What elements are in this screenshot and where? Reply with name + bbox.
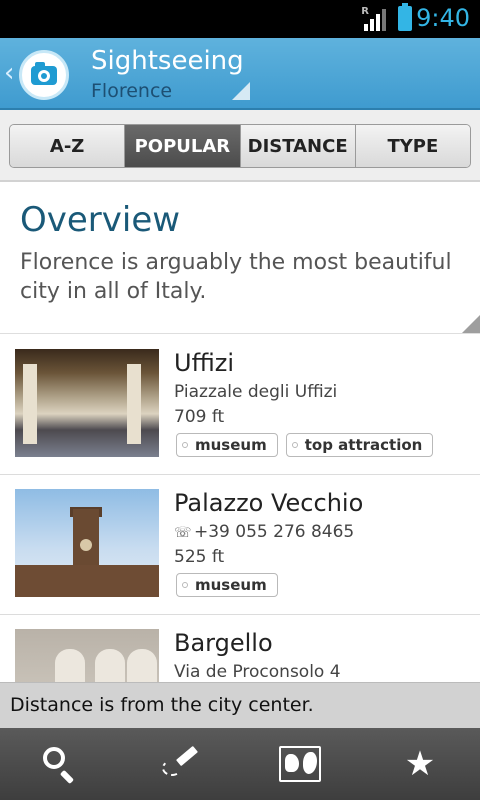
status-clock: 9:40 [416, 4, 470, 32]
toast-text: Distance is from the city center. [10, 694, 314, 716]
tab-type[interactable]: TYPE [355, 125, 470, 167]
guide-button[interactable] [120, 728, 240, 800]
bottom-bar: ★ [0, 728, 480, 800]
battery-icon [398, 3, 412, 31]
sort-tabs-bar: A-Z POPULAR DISTANCE TYPE [0, 110, 480, 182]
map-button[interactable] [240, 728, 360, 800]
tag-list: museum top attraction [176, 433, 434, 457]
tab-distance[interactable]: DISTANCE [240, 125, 356, 167]
place-name: Uffizi [174, 349, 235, 377]
tag-badge[interactable]: top attraction [285, 433, 434, 457]
city-spinner[interactable]: Florence [91, 80, 172, 102]
tag-badge[interactable]: museum [176, 573, 278, 597]
app-screen: R 9:40 ‹ Sightseeing Florence A-Z POPULA… [0, 0, 480, 800]
tag-list: museum [176, 573, 278, 597]
search-button[interactable] [0, 728, 120, 800]
tab-a-z[interactable]: A-Z [10, 125, 126, 167]
search-icon [40, 744, 80, 785]
sort-tabs: A-Z POPULAR DISTANCE TYPE [9, 124, 471, 168]
overview-section[interactable]: Overview Florence is arguably the most b… [0, 184, 480, 334]
overview-text: Florence is arguably the most beautiful … [20, 250, 452, 304]
action-bar: ‹ Sightseeing Florence [0, 38, 480, 110]
tag-badge[interactable]: museum [176, 433, 278, 457]
list-item[interactable]: Uffizi Piazzale degli Uffizi 709 ft muse… [0, 335, 480, 475]
palazzo-vecchio-photo [15, 489, 159, 597]
tab-popular[interactable]: POPULAR [125, 125, 241, 167]
camera-icon[interactable] [19, 50, 69, 100]
world-map-icon [279, 746, 321, 782]
list-item[interactable]: Palazzo Vecchio ☏ +39 055 276 8465 525 ft… [0, 475, 480, 615]
distance-toast: Distance is from the city center. [0, 682, 480, 728]
place-distance: 525 ft [174, 547, 225, 567]
place-address: Via de Proconsolo 4 [174, 662, 341, 682]
overview-title: Overview [20, 200, 181, 240]
favorites-star-icon: ★ [404, 744, 436, 784]
place-name: Bargello [174, 629, 273, 657]
page-title: Sightseeing [91, 46, 244, 76]
favorites-button[interactable]: ★ [360, 728, 480, 800]
back-chevron-icon[interactable]: ‹ [4, 58, 14, 88]
spinner-dropdown-icon[interactable] [232, 82, 250, 100]
uffizi-photo [15, 349, 159, 457]
place-phone: ☏ +39 055 276 8465 [174, 522, 355, 542]
guide-pencil-icon [160, 744, 200, 784]
status-bar: R 9:40 [0, 0, 480, 38]
place-name: Palazzo Vecchio [174, 489, 364, 517]
expand-corner-icon [462, 315, 480, 333]
place-distance: 709 ft [174, 407, 225, 427]
signal-icon [364, 9, 386, 31]
place-address: Piazzale degli Uffizi [174, 382, 338, 402]
phone-icon: ☏ [174, 525, 192, 541]
